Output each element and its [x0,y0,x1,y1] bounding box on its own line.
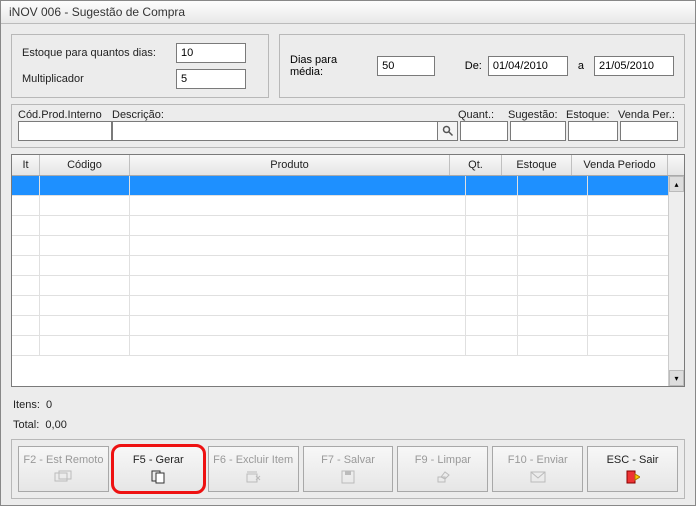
a-label: a [574,60,588,72]
quant-input[interactable] [460,121,508,141]
esc-sair-button[interactable]: ESC - Sair [587,446,678,492]
col-header-it[interactable]: It [12,155,40,175]
table-row[interactable] [12,256,684,276]
window-title: iNOV 006 - Sugestão de Compra [1,1,695,24]
delete-icon [244,469,262,485]
vendaper-input[interactable] [620,121,678,141]
search-icon[interactable] [438,121,458,141]
table-row[interactable] [12,236,684,256]
col-header-codigo[interactable]: Código [40,155,130,175]
table-row[interactable] [12,296,684,316]
clear-icon [434,469,452,485]
f10-label: F10 - Enviar [508,454,568,466]
dias-media-label: Dias para média: [290,54,371,78]
de-label: De: [465,60,482,72]
col-header-spacer [668,155,684,175]
table-row[interactable] [12,276,684,296]
sugestao-input[interactable] [510,121,566,141]
estoque-dias-label: Estoque para quantos dias: [22,47,172,59]
table-row[interactable] [12,196,684,216]
date-params-panel: Dias para média: De: a [279,34,685,98]
total-label: Total: [13,419,39,431]
col-header-vendaperiodo[interactable]: Venda Periodo [572,155,668,175]
table-row[interactable] [12,216,684,236]
table-row[interactable] [12,176,684,196]
col-header-estoque[interactable]: Estoque [502,155,572,175]
multiplicador-label: Multiplicador [22,73,172,85]
vendaper-label: Venda Per.: [618,109,678,121]
f7-salvar-button[interactable]: F7 - Salvar [303,446,394,492]
f7-label: F7 - Salvar [321,454,375,466]
send-icon [529,469,547,485]
f6-excluir-item-button[interactable]: F6 - Excluir Item [208,446,299,492]
desc-label: Descrição: [112,109,458,121]
scroll-up-icon[interactable]: ▴ [669,176,684,192]
grid-body: ▴ ▾ [12,176,684,386]
itens-value: 0 [46,399,52,411]
dias-media-input[interactable] [377,56,435,76]
f5-gerar-button[interactable]: F5 - Gerar [113,446,204,492]
cod-label: Cód.Prod.Interno [18,109,112,121]
save-icon [339,469,357,485]
f9-label: F9 - Limpar [415,454,471,466]
col-header-produto[interactable]: Produto [130,155,450,175]
a-date-input[interactable] [594,56,674,76]
table-row[interactable] [12,316,684,336]
desc-input[interactable] [112,121,438,141]
estoque-label: Estoque: [566,109,618,121]
cod-input[interactable] [18,121,112,141]
esc-label: ESC - Sair [607,454,659,466]
remote-icon [54,469,72,485]
app-window: iNOV 006 - Sugestão de Compra Estoque pa… [0,0,696,506]
estoque-dias-input[interactable] [176,43,246,63]
vertical-scrollbar[interactable]: ▴ ▾ [668,176,684,386]
table-row[interactable] [12,336,684,356]
itens-status: Itens: 0 [13,399,685,411]
generate-icon [149,469,167,485]
f2-label: F2 - Est Remoto [23,454,103,466]
f2-est-remoto-button[interactable]: F2 - Est Remoto [18,446,109,492]
f5-label: F5 - Gerar [133,454,184,466]
f6-label: F6 - Excluir Item [213,454,293,466]
grid-header: It Código Produto Qt. Estoque Venda Peri… [12,155,684,176]
total-status: Total: 0,00 [13,419,685,431]
col-header-qt[interactable]: Qt. [450,155,502,175]
quant-label: Quant.: [458,109,508,121]
total-value: 0,00 [45,419,66,431]
filter-bar: Cód.Prod.Interno Descrição: Quant.: Suge… [11,104,685,148]
exit-icon [624,469,642,485]
itens-label: Itens: [13,399,40,411]
f9-limpar-button[interactable]: F9 - Limpar [397,446,488,492]
estoque-input[interactable] [568,121,618,141]
content-area: Estoque para quantos dias: Multiplicador… [1,24,695,505]
f10-enviar-button[interactable]: F10 - Enviar [492,446,583,492]
stock-params-panel: Estoque para quantos dias: Multiplicador [11,34,269,98]
scroll-down-icon[interactable]: ▾ [669,370,684,386]
sugestao-label: Sugestão: [508,109,566,121]
multiplicador-input[interactable] [176,69,246,89]
de-date-input[interactable] [488,56,568,76]
function-button-bar: F2 - Est Remoto F5 - Gerar F6 - Excluir … [11,439,685,499]
top-params-row: Estoque para quantos dias: Multiplicador… [11,34,685,98]
products-grid[interactable]: It Código Produto Qt. Estoque Venda Peri… [11,154,685,387]
